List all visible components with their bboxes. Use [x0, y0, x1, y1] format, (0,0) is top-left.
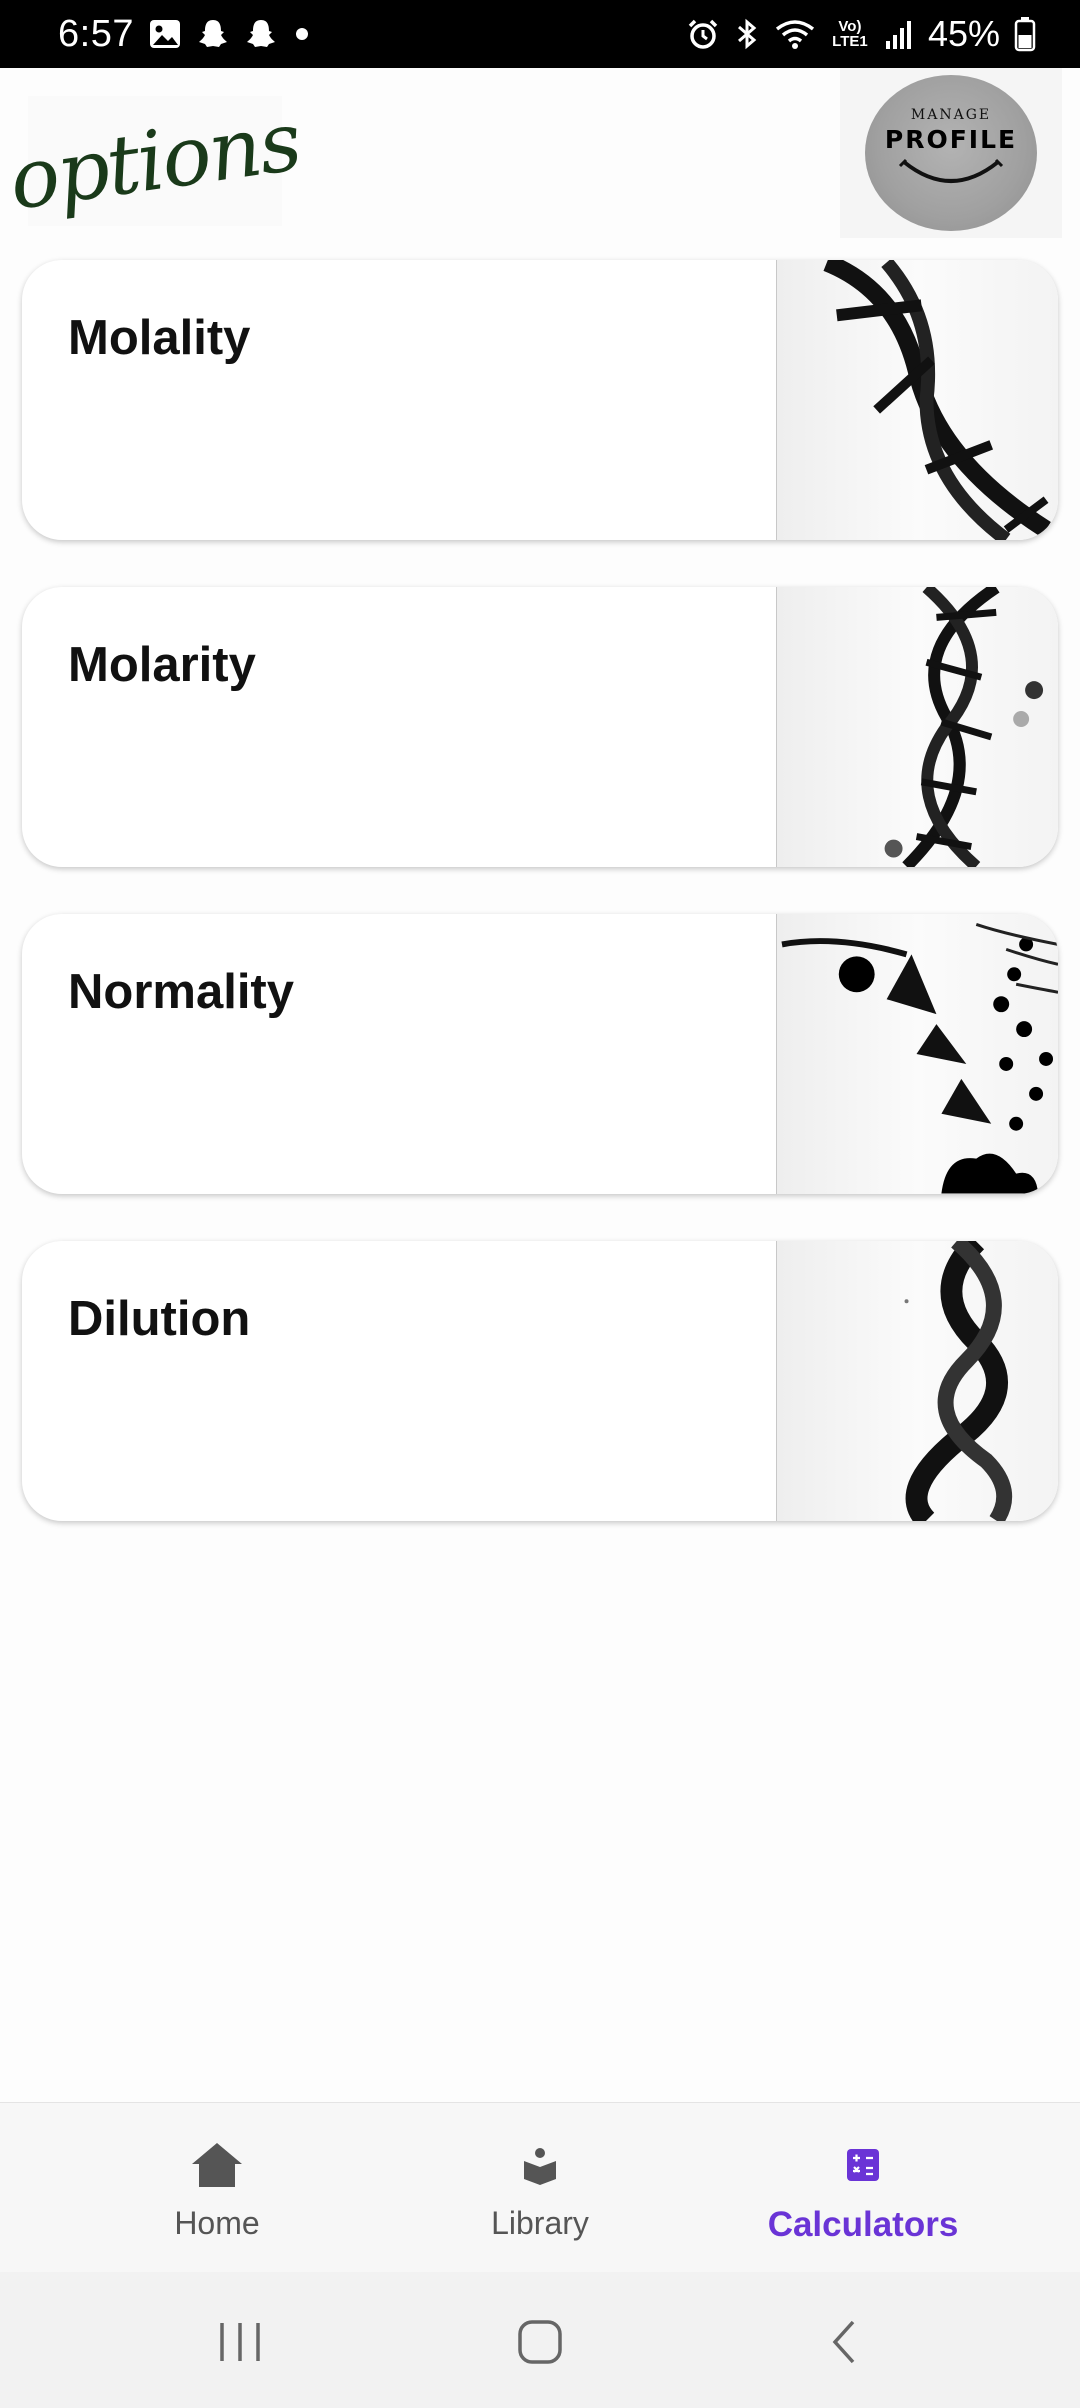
battery-icon: [1014, 16, 1036, 52]
dna-image: [776, 260, 1058, 540]
logo-text: options: [4, 93, 306, 229]
nav-calculators-label: Calculators: [767, 2205, 959, 2244]
dot-icon: [292, 24, 312, 44]
snapchat-icon: [196, 17, 230, 51]
card-title: Dilution: [68, 1292, 251, 1346]
volte-icon: Vo) LTE1: [830, 19, 870, 49]
profile-avatar: MANAGE PROFILE: [865, 75, 1037, 231]
card-molality[interactable]: Molality: [22, 260, 1058, 540]
back-icon: [832, 2320, 855, 2364]
profile-label: PROFILE: [884, 125, 1018, 154]
profile-manage-text: MANAGE: [910, 107, 992, 123]
home-icon: [189, 2135, 245, 2195]
status-time: 6:57: [58, 12, 134, 55]
snapchat-icon: [244, 17, 278, 51]
system-navigation-bar: [0, 2272, 1080, 2408]
wifi-icon: [774, 17, 816, 51]
dna-image: [776, 587, 1058, 867]
back-button[interactable]: [805, 2312, 885, 2372]
nav-calculators[interactable]: Calculators: [738, 2103, 988, 2273]
card-title: Normality: [68, 965, 295, 1019]
app-logo: options: [4, 94, 306, 229]
recent-apps-button[interactable]: [200, 2312, 280, 2372]
home-system-button[interactable]: [500, 2312, 580, 2372]
battery-percent: 45%: [927, 13, 1000, 54]
card-title: Molality: [68, 311, 251, 365]
calculator-icon: [845, 2135, 881, 2195]
volte-text: Vo) LTE1: [832, 18, 868, 50]
status-bar: 6:57 Vo) LTE1 45%: [0, 0, 1080, 68]
recent-apps-icon: [220, 2323, 260, 2361]
signal-icon: [884, 17, 914, 51]
nav-home[interactable]: Home: [92, 2103, 342, 2273]
bottom-navigation: Home Library Calculators: [0, 2102, 1080, 2273]
alarm-icon: [686, 17, 720, 51]
nav-home-label: Home: [174, 2205, 260, 2241]
manage-profile-button[interactable]: MANAGE PROFILE: [840, 68, 1062, 238]
nav-library-label: Library: [491, 2205, 589, 2241]
nav-library[interactable]: Library: [415, 2103, 665, 2273]
bluetooth-icon: [734, 17, 760, 51]
dna-image: [776, 1241, 1058, 1521]
card-molarity[interactable]: Molarity: [22, 587, 1058, 867]
gallery-icon: [148, 17, 182, 51]
smile-icon: [898, 158, 1004, 183]
card-normality[interactable]: Normality: [22, 914, 1058, 1194]
library-icon: [520, 2135, 560, 2195]
card-title: Molarity: [68, 638, 256, 692]
header: options MANAGE PROFILE: [0, 68, 1080, 252]
card-dilution[interactable]: Dilution: [22, 1241, 1058, 1521]
dna-image: [776, 914, 1058, 1194]
home-circle-icon: [518, 2320, 562, 2364]
